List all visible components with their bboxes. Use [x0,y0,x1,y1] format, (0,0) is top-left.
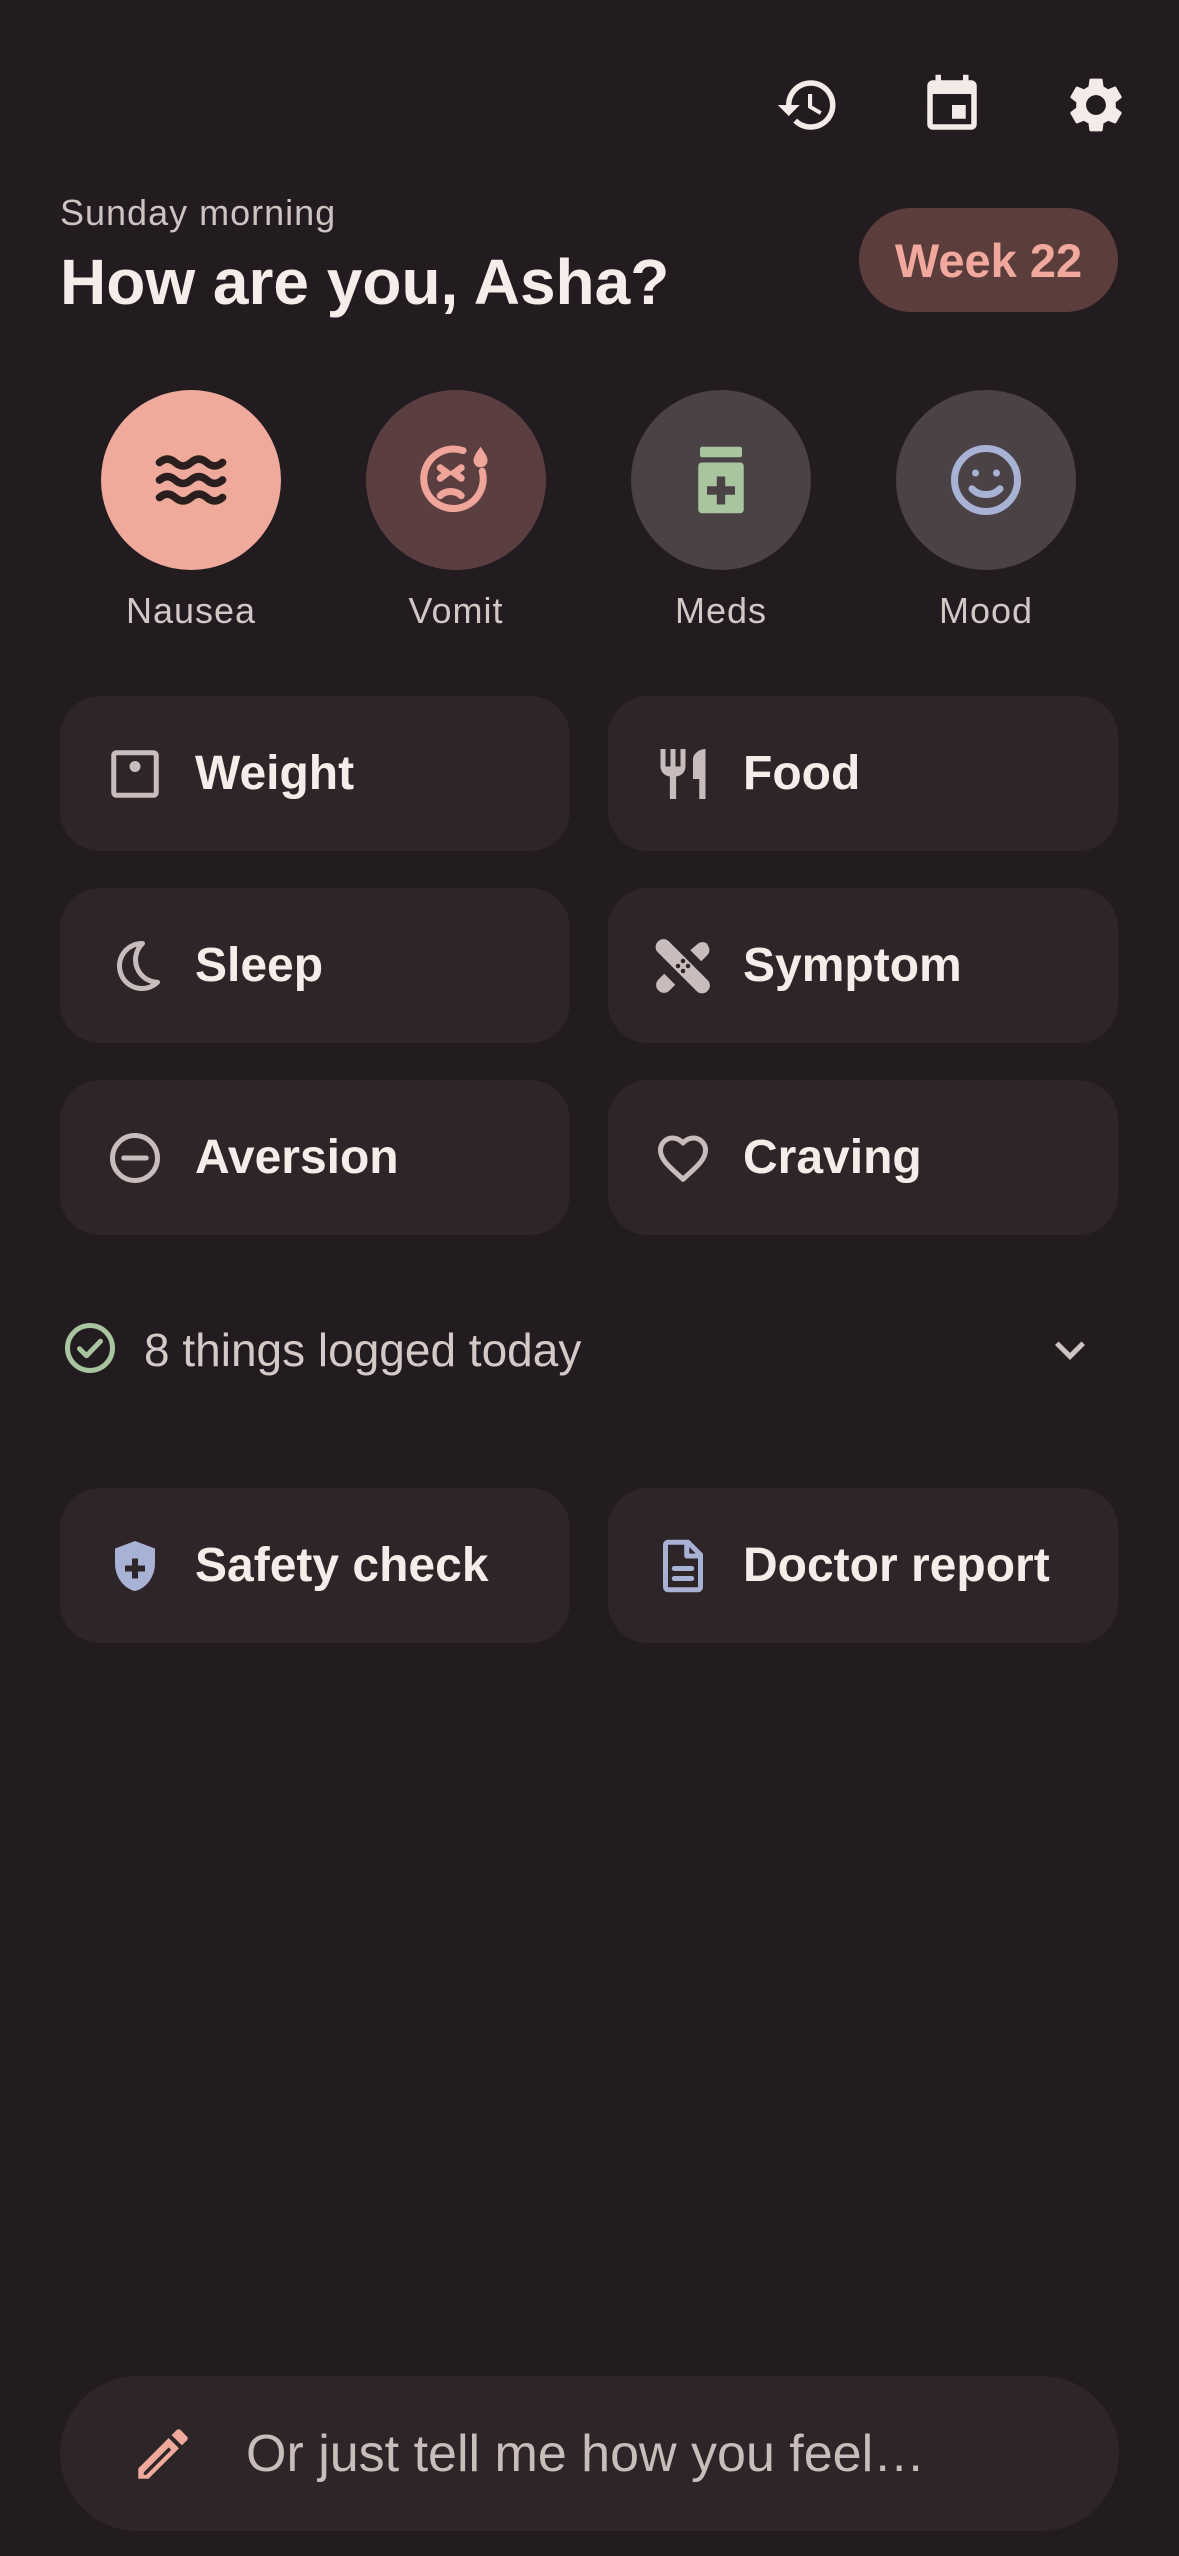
calendar-icon [927,74,977,130]
vomit-button[interactable] [366,390,546,570]
logged-today-text: 8 things logged today [144,1324,582,1376]
quick-meds[interactable]: Meds [621,390,821,632]
shield-plus-icon [105,1536,165,1596]
scale-icon [105,744,165,804]
quick-vomit[interactable]: Vomit [356,390,556,632]
bandage-icon [653,936,713,996]
top-toolbar [749,46,1155,164]
settings-button[interactable] [1037,46,1155,164]
craving-label: Craving [743,1131,922,1184]
craving-card[interactable]: Craving [608,1080,1118,1235]
quick-mood[interactable]: Mood [886,390,1086,632]
sleep-label: Sleep [195,939,324,992]
pencil-icon [138,2428,188,2479]
smiley-icon [951,445,1021,515]
settings-icon [1070,78,1122,132]
quick-nausea[interactable]: Nausea [91,390,291,632]
symptom-label: Symptom [743,939,962,992]
heart-icon [653,1128,713,1188]
aversion-label: Aversion [195,1131,399,1184]
food-card[interactable]: Food [608,696,1118,851]
sleep-card[interactable]: Sleep [60,888,570,1043]
mood-label: Mood [938,590,1034,631]
chevron-down-icon[interactable] [1040,1320,1100,1385]
document-icon [653,1536,713,1596]
symptom-card[interactable]: Symptom [608,888,1118,1043]
check-circle-icon [60,1318,120,1383]
history-button[interactable] [749,46,867,164]
meds-label: Meds [674,590,768,631]
safety-check-card[interactable]: Safety check [60,1488,570,1643]
meds-button[interactable] [631,390,811,570]
home-screen: Sunday morning How are you, Asha? Week 2… [0,0,1179,2556]
safety-check-label: Safety check [195,1539,489,1592]
doctor-report-card[interactable]: Doctor report [608,1488,1118,1643]
food-label: Food [743,747,861,800]
feel-input-bar[interactable] [60,2376,1119,2531]
fork-knife-icon [653,744,713,804]
doctor-report-label: Doctor report [743,1539,1050,1592]
vomit-label: Vomit [408,590,504,631]
medication-icon [698,446,744,514]
page-title: How are you, Asha? [60,246,670,318]
weight-card[interactable]: Weight [60,696,570,851]
calendar-button[interactable] [893,46,1011,164]
mood-button[interactable] [896,390,1076,570]
logged-today-row[interactable]: 8 things logged today [60,1310,1120,1390]
sick-face-icon [420,445,488,513]
aversion-card[interactable]: Aversion [60,1080,570,1235]
weight-label: Weight [195,747,355,800]
nausea-button[interactable] [101,390,281,570]
moon-icon [105,936,165,996]
history-icon [777,80,836,130]
week-badge[interactable]: Week 22 [859,208,1118,312]
greeting-subtitle: Sunday morning [60,192,337,233]
nausea-label: Nausea [125,590,257,631]
minus-circle-icon [105,1128,165,1188]
waves-icon [155,455,227,505]
feel-input[interactable] [244,2422,1064,2485]
